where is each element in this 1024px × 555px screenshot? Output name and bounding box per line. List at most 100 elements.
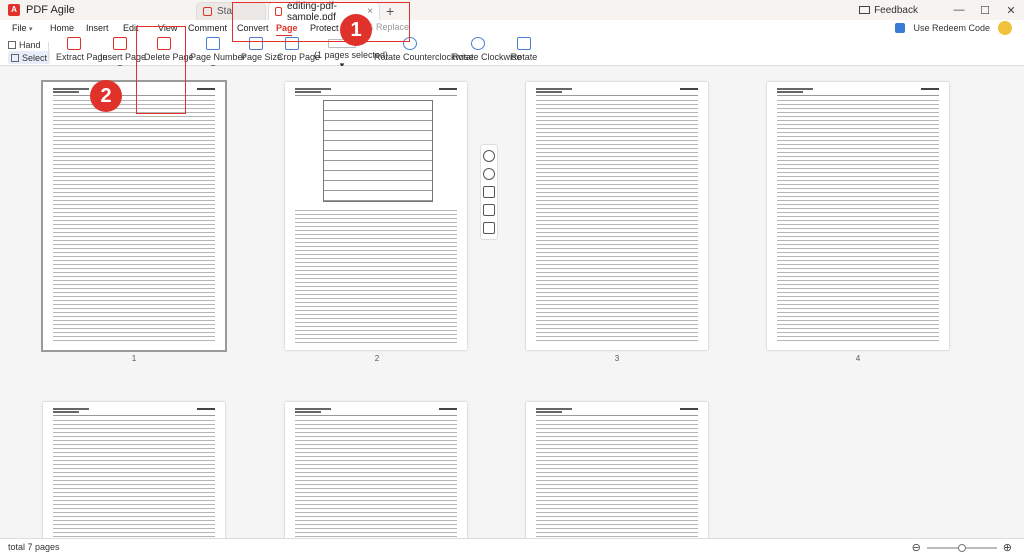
menu-view[interactable]: View bbox=[158, 21, 177, 35]
tab-label: Sta bbox=[217, 6, 233, 17]
rotate-cw-icon bbox=[471, 37, 485, 50]
extract-page-icon bbox=[67, 37, 81, 50]
crop-page-label: Crop Page bbox=[277, 52, 321, 62]
delete-icon[interactable] bbox=[483, 186, 495, 198]
page-table bbox=[323, 100, 433, 202]
step-badge-2: 2 bbox=[90, 80, 122, 112]
rotate-button[interactable]: Rotate bbox=[510, 37, 538, 62]
title-bar: A PDF Agile Sta editing-pdf-sample.pdf ×… bbox=[0, 0, 1024, 23]
menu-edit[interactable]: Edit bbox=[123, 21, 139, 35]
page-number-label: 2 bbox=[374, 354, 380, 363]
page-number-icon bbox=[206, 37, 220, 50]
delete-page-icon bbox=[157, 37, 171, 50]
hand-label: Hand bbox=[19, 39, 41, 50]
page-size-button[interactable]: Page Size bbox=[241, 37, 283, 62]
extract-page-label: Extract Page bbox=[56, 52, 108, 62]
insert-page-text: Insert Page bbox=[100, 52, 147, 62]
tab-close-icon[interactable]: × bbox=[367, 6, 373, 17]
menu-insert[interactable]: Insert bbox=[86, 21, 109, 35]
delete-page-label: Delete Page bbox=[144, 52, 194, 62]
select-tool[interactable]: Select bbox=[8, 51, 51, 64]
feedback-button[interactable]: Feedback bbox=[859, 5, 918, 16]
page-thumbnail-7[interactable] bbox=[526, 402, 708, 538]
chevron-down-icon: ▾ bbox=[29, 26, 33, 33]
delete-page-button[interactable]: Delete Page bbox=[144, 37, 194, 62]
rotate-cw-label: Rotate Clockwise bbox=[452, 52, 522, 62]
rotate-ccw-icon bbox=[403, 37, 417, 50]
status-bar: total 7 pages ⊖ ⊕ bbox=[0, 538, 1024, 555]
hand-tool[interactable]: Hand bbox=[8, 38, 50, 51]
zoom-out-button[interactable]: ⊖ bbox=[912, 541, 921, 554]
menu-page[interactable]: Page bbox=[276, 21, 298, 35]
pages-selected-text: (1 pages selected) bbox=[314, 50, 389, 60]
zoom-slider[interactable] bbox=[926, 543, 997, 552]
zoom-slider-thumb[interactable] bbox=[957, 543, 966, 552]
close-window-button[interactable]: ✕ bbox=[998, 4, 1024, 17]
page-toolbar: Hand Select Extract Page Insert Page ▾ D… bbox=[0, 36, 1024, 72]
page-text-content bbox=[53, 100, 215, 344]
page-text-content bbox=[777, 100, 939, 344]
page-header bbox=[295, 88, 457, 96]
maximize-button[interactable]: ☐ bbox=[972, 4, 998, 17]
page-number-label: 4 bbox=[855, 354, 861, 363]
zoom-in-button[interactable]: ⊕ bbox=[1003, 541, 1012, 554]
document-tab-start[interactable]: Sta bbox=[196, 2, 266, 20]
rotate-ccw-label: Rotate Counterclockwise bbox=[374, 52, 474, 62]
mail-icon bbox=[859, 6, 871, 14]
menu-file-label: File bbox=[12, 23, 27, 33]
page-size-label: Page Size bbox=[241, 52, 283, 62]
page-header bbox=[777, 88, 939, 96]
page-header bbox=[536, 408, 698, 416]
extract-icon[interactable] bbox=[483, 222, 495, 234]
page-thumbnail-5[interactable] bbox=[43, 402, 225, 538]
app-name: PDF Agile bbox=[26, 4, 75, 16]
menu-convert[interactable]: Convert bbox=[237, 21, 269, 35]
page-thumbnail-2[interactable] bbox=[285, 82, 467, 350]
page-header bbox=[295, 408, 457, 416]
page-header bbox=[53, 88, 215, 96]
avatar[interactable] bbox=[998, 21, 1012, 35]
select-label: Select bbox=[22, 52, 48, 63]
crop-page-button[interactable]: Crop Page bbox=[277, 37, 321, 62]
rotate-counterclockwise-button[interactable]: Rotate Counterclockwise bbox=[374, 37, 474, 62]
menu-home[interactable]: Home bbox=[50, 21, 74, 35]
hand-icon bbox=[8, 40, 16, 49]
extract-page-button[interactable]: Extract Page bbox=[56, 37, 108, 62]
new-tab-button[interactable]: + bbox=[386, 2, 394, 20]
page-text-content bbox=[53, 420, 215, 538]
menu-comment[interactable]: Comment bbox=[188, 21, 227, 35]
page-size-icon bbox=[249, 37, 263, 50]
menu-bar: File ▾ Home Insert Edit View Comment Con… bbox=[0, 20, 1024, 37]
page-number-text: Page Number bbox=[190, 52, 246, 62]
page-number-label: 3 bbox=[614, 354, 620, 363]
zoom-control: ⊖ ⊕ bbox=[912, 541, 1012, 554]
step-badge-1: 1 bbox=[340, 14, 372, 46]
page-header bbox=[53, 408, 215, 416]
page-text-content bbox=[536, 100, 698, 344]
cursor-icon bbox=[11, 53, 19, 62]
minimize-button[interactable]: — bbox=[946, 4, 972, 16]
rotate-clockwise-button[interactable]: Rotate Clockwise bbox=[452, 37, 522, 62]
insert-page-icon[interactable] bbox=[483, 204, 495, 216]
page-thumbnail-4[interactable] bbox=[767, 82, 949, 350]
rotate-label: Rotate bbox=[510, 52, 538, 62]
page-text-content bbox=[536, 420, 698, 538]
page-float-toolbar bbox=[480, 144, 498, 240]
page-count: total 7 pages bbox=[8, 542, 60, 552]
page-thumbnail-3[interactable] bbox=[526, 82, 708, 350]
page-text-content bbox=[295, 210, 457, 344]
menu-file[interactable]: File ▾ bbox=[12, 21, 33, 35]
pdf-file-icon bbox=[203, 7, 212, 16]
page-thumbnail-6[interactable] bbox=[285, 402, 467, 538]
page-number-label: 1 bbox=[131, 354, 137, 363]
rotate-cw-icon[interactable] bbox=[483, 168, 495, 180]
feedback-label: Feedback bbox=[874, 4, 918, 16]
rotate-ccw-icon[interactable] bbox=[483, 150, 495, 162]
page-thumbnail-1[interactable] bbox=[43, 82, 225, 350]
page-thumbnail-grid: 1 2 3 4 bbox=[0, 66, 1024, 538]
page-text-content bbox=[295, 420, 457, 538]
menu-protect[interactable]: Protect bbox=[310, 21, 339, 35]
redeem-icon bbox=[895, 23, 906, 33]
use-redeem-code-button[interactable]: Use Redeem Code bbox=[913, 23, 990, 33]
crop-icon bbox=[285, 37, 299, 50]
